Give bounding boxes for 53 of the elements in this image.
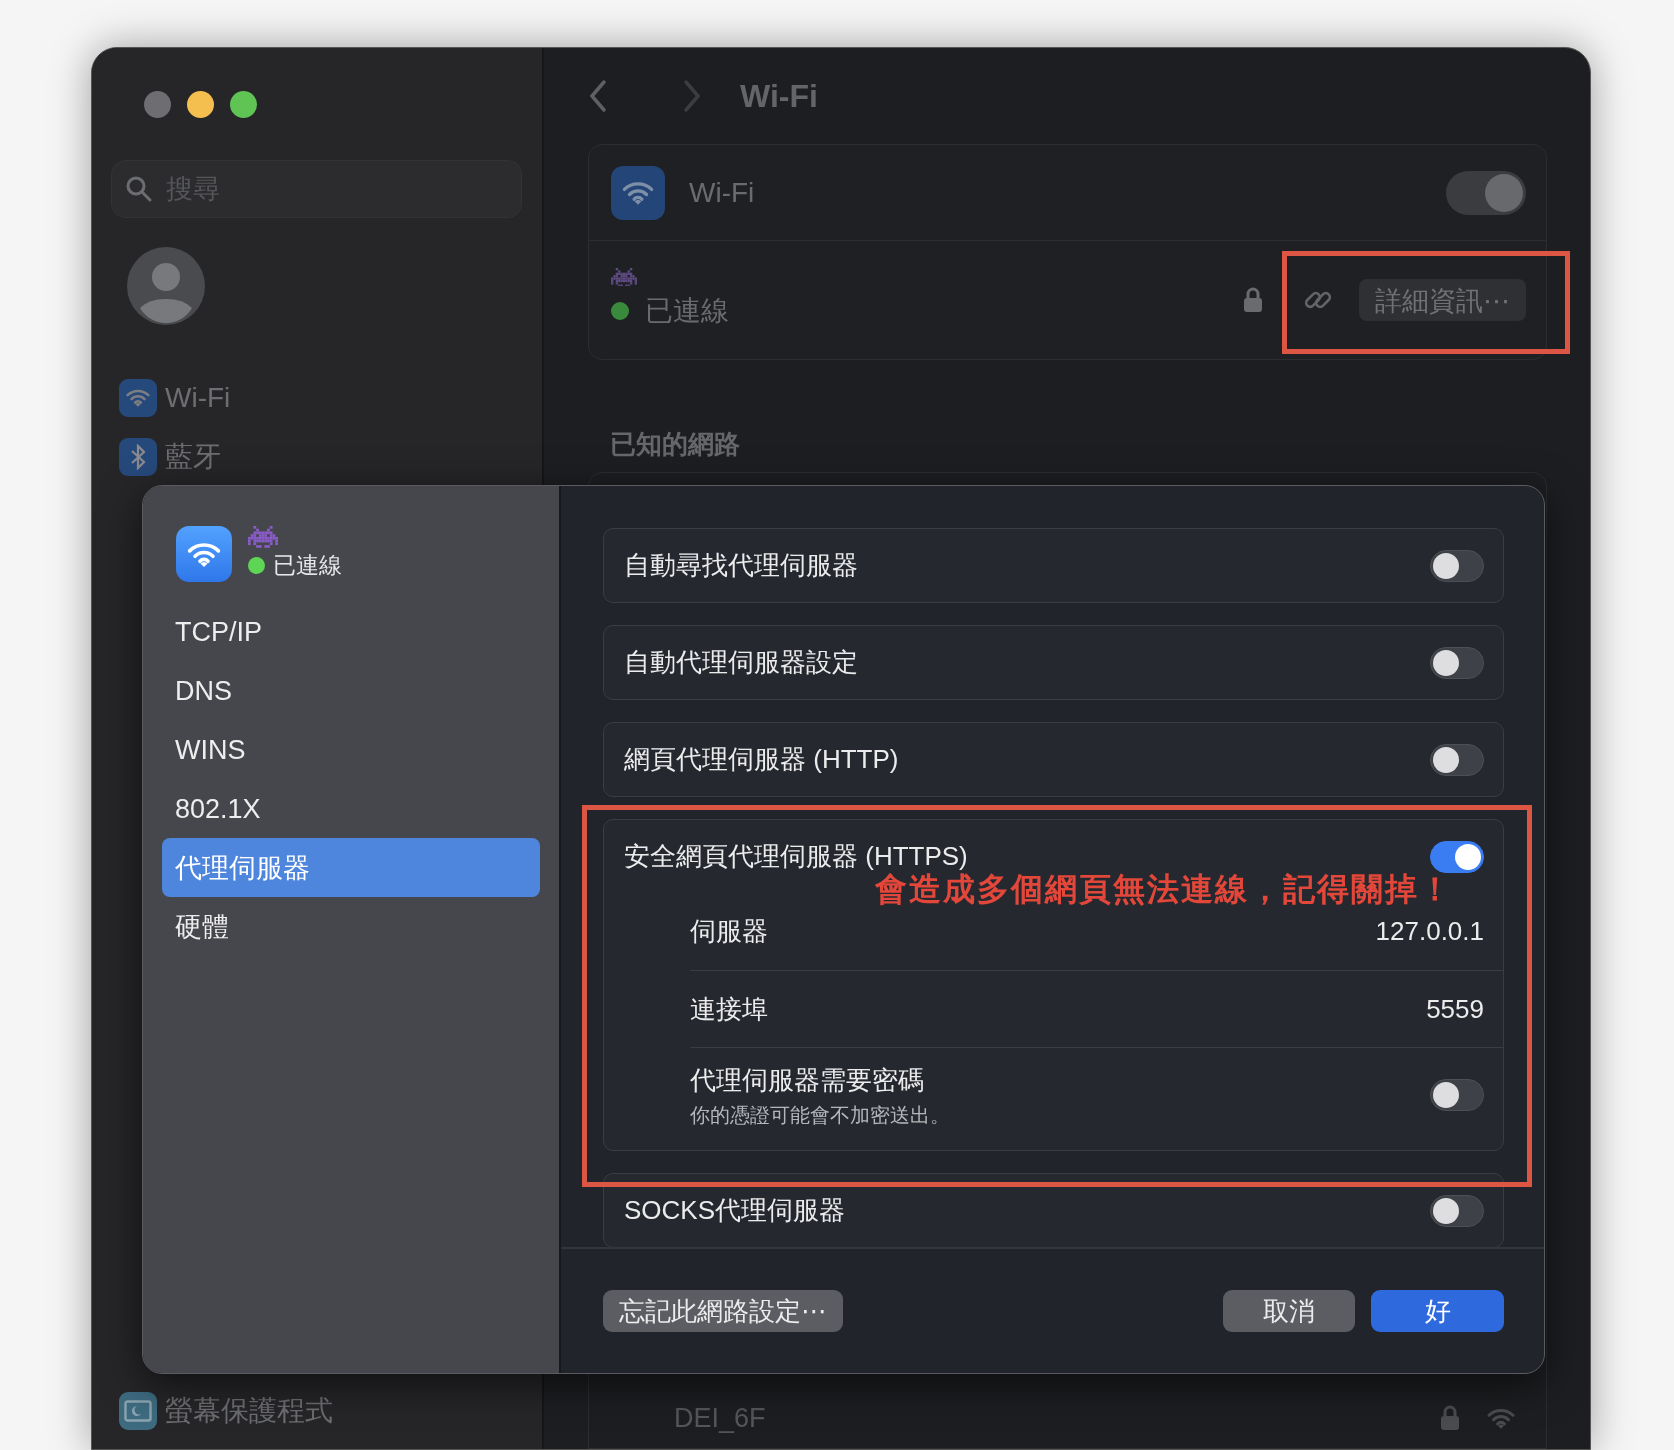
cancel-button[interactable]: 取消 — [1223, 1290, 1355, 1332]
search-icon — [125, 175, 153, 203]
field-label: 連接埠 — [690, 992, 769, 1026]
back-icon[interactable] — [588, 79, 608, 113]
section-heading: 已知的網路 — [609, 428, 741, 461]
sidebar-item[interactable]: Wi-Fi — [165, 376, 231, 419]
minimize-button[interactable] — [187, 90, 214, 118]
setting-label: 自動尋找代理伺服器 — [624, 549, 859, 582]
lock-icon — [1440, 1405, 1460, 1431]
forget-button[interactable]: 忘記此網路設定⋯ — [603, 1290, 843, 1332]
setting-label: 網頁代理伺服器 (HTTP) — [624, 743, 900, 776]
toggle-switch[interactable] — [1430, 1079, 1484, 1111]
setting-label: 安全網頁代理伺服器 (HTTPS) — [624, 840, 969, 873]
sidebar-tab[interactable]: WINS — [162, 720, 540, 780]
status-dot — [248, 556, 265, 574]
status-text: 已連線 — [645, 294, 729, 329]
toggle-switch[interactable] — [1430, 549, 1484, 582]
wifi-icon — [176, 526, 232, 583]
setting-label: 自動代理伺服器設定 — [624, 646, 859, 679]
field-label: 伺服器 — [690, 915, 769, 948]
sidebar-tab[interactable]: 硬體 — [162, 897, 540, 957]
sidebar-tab[interactable]: 802.1X — [162, 779, 540, 839]
wifi-toggle[interactable] — [1446, 170, 1526, 215]
toggle-switch[interactable] — [1430, 840, 1484, 873]
toggle-switch[interactable] — [1430, 1194, 1484, 1227]
sidebar-tab[interactable]: DNS — [162, 661, 540, 721]
screen-icon — [124, 1399, 152, 1422]
bluetooth-icon — [129, 443, 147, 470]
close-button[interactable] — [144, 90, 171, 118]
avatar-icon[interactable] — [126, 246, 206, 326]
hint-text: 你的憑證可能會不加密送出。 — [690, 1102, 951, 1128]
wifi-label: Wi-Fi — [689, 175, 756, 210]
invader-icon — [611, 267, 637, 287]
setting-label: 代理伺服器需要密碼 — [690, 1063, 925, 1097]
toggle-switch[interactable] — [1430, 646, 1484, 679]
field-value[interactable]: 5559 — [1426, 989, 1484, 1029]
annotation-text: 會造成多個網頁無法連線，記得關掉！ — [875, 870, 1453, 909]
wifi-icon — [125, 387, 151, 408]
setting-label: SOCKS代理伺服器 — [624, 1194, 847, 1227]
zoom-button[interactable] — [230, 90, 257, 118]
sidebar-tab[interactable]: 代理伺服器 — [162, 838, 540, 898]
field-value[interactable]: 127.0.0.1 — [1375, 912, 1484, 951]
status-dot — [611, 302, 629, 321]
status-text: 已連線 — [273, 550, 342, 580]
page-title: Wi-Fi — [740, 77, 818, 116]
wifi-icon — [621, 179, 655, 206]
sidebar-item[interactable]: 藍牙 — [165, 435, 221, 478]
invader-icon — [248, 526, 278, 548]
sidebar-tab[interactable]: TCP/IP — [162, 602, 540, 662]
toggle-switch[interactable] — [1430, 743, 1484, 776]
lock-icon — [1243, 287, 1263, 313]
wifi-icon — [1486, 1406, 1516, 1430]
ok-button[interactable]: 好 — [1371, 1290, 1504, 1332]
